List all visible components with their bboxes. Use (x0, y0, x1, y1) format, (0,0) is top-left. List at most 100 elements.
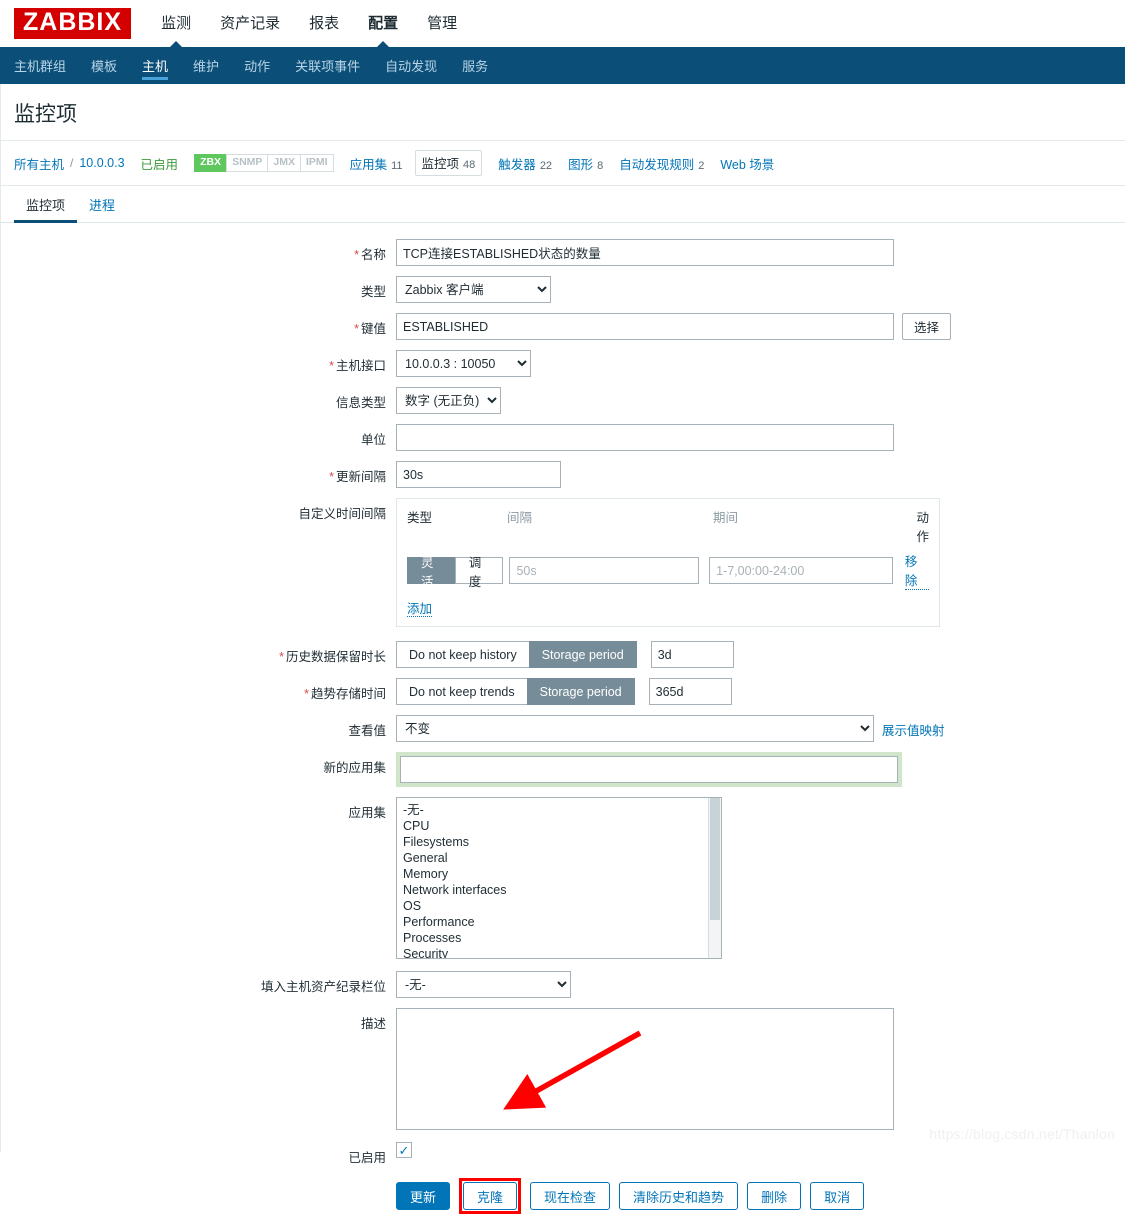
col-header-interval: 间隔 (507, 511, 533, 525)
breadcrumb-discovery-rules[interactable]: 自动发现规则 2 (619, 154, 704, 173)
trends-do-not-keep[interactable]: Do not keep trends (396, 678, 527, 705)
label-type: 类型 (360, 285, 386, 299)
col-header-period: 期间 (713, 511, 739, 525)
list-item[interactable]: CPU (403, 818, 721, 834)
toggle-scheduling[interactable]: 调度 (454, 556, 504, 589)
history-do-not-keep[interactable]: Do not keep history (396, 641, 529, 668)
clear-history-button[interactable]: 清除历史和趋势 (619, 1182, 739, 1210)
form-row-trends: * 趋势存储时间 Do not keep trends Storage perio… (0, 678, 1125, 705)
cancel-button[interactable]: 取消 (810, 1182, 865, 1210)
label-inventory-field: 填入主机资产纪录栏位 (260, 980, 386, 994)
value-mapping-link[interactable]: 展示值映射 (882, 715, 945, 739)
host-interface-select[interactable]: 10.0.0.3 : 10050 (396, 350, 531, 377)
breadcrumb-all-hosts[interactable]: 所有主机 (14, 154, 64, 173)
units-input[interactable] (396, 424, 894, 451)
breadcrumb-applications[interactable]: 应用集 11 (350, 154, 403, 173)
form-row-show-value: 查看值 不变 展示值映射 (0, 715, 1125, 742)
list-item[interactable]: Security (403, 946, 721, 958)
trends-storage-period[interactable]: Storage period (526, 678, 635, 705)
interval-type-toggle: 灵活 调度 (407, 556, 504, 589)
form-row-enabled: 已启用 ✓ (0, 1142, 1125, 1166)
subnav-item-services[interactable]: 服务 (462, 47, 488, 84)
form-row-host-interface: * 主机接口 10.0.0.3 : 10050 (0, 350, 1125, 377)
required-marker: * (354, 248, 359, 262)
custom-intervals-header: 类型 间隔 期间 动作 (407, 507, 929, 545)
enabled-checkbox[interactable]: ✓ (396, 1142, 412, 1158)
breadcrumb-graphs[interactable]: 图形 8 (568, 154, 603, 173)
breadcrumb-web-scenarios[interactable]: Web 场景 (720, 154, 774, 173)
custom-period-input[interactable] (709, 557, 893, 584)
form-row-applications: 应用集 -无- CPU Filesystems General Memory N… (0, 797, 1125, 959)
breadcrumb-triggers-label: 触发器 (498, 157, 536, 172)
applications-scrollbar[interactable] (708, 798, 721, 958)
label-show-value: 查看值 (348, 724, 386, 738)
check-now-button[interactable]: 现在检查 (530, 1182, 611, 1210)
scrollbar-thumb[interactable] (710, 798, 720, 920)
name-input[interactable] (396, 239, 894, 266)
nav-item-monitoring[interactable]: 监测 (161, 12, 191, 35)
nav-item-administration[interactable]: 管理 (427, 12, 457, 35)
subnav-item-host-groups[interactable]: 主机群组 (14, 47, 66, 84)
description-textarea[interactable] (396, 1008, 894, 1130)
add-interval-link[interactable]: 添加 (407, 602, 433, 617)
custom-intervals-box: 类型 间隔 期间 动作 灵活 调度 移除 添加 (396, 498, 940, 627)
subnav-item-correlation[interactable]: 关联项事件 (295, 47, 360, 84)
applications-list: -无- CPU Filesystems General Memory Netwo… (397, 798, 721, 958)
zabbix-logo[interactable]: ZABBIX (14, 8, 132, 39)
page-title: 监控项 (0, 84, 1125, 141)
trends-value-input[interactable] (648, 678, 732, 705)
list-item[interactable]: Memory (403, 866, 721, 882)
new-application-input[interactable] (400, 756, 898, 783)
inventory-field-select[interactable]: -无- (396, 971, 571, 998)
left-border (0, 84, 1, 1152)
list-item[interactable]: -无- (403, 802, 721, 818)
clone-button[interactable]: 克隆 (463, 1182, 518, 1210)
list-item[interactable]: Filesystems (403, 834, 721, 850)
update-button[interactable]: 更新 (396, 1182, 451, 1210)
col-header-action: 动作 (916, 511, 929, 544)
required-marker: * (329, 470, 334, 484)
breadcrumb-discovery-count: 2 (698, 159, 705, 172)
show-value-select[interactable]: 不变 (396, 715, 874, 742)
form-row-inventory-field: 填入主机资产纪录栏位 -无- (0, 971, 1125, 998)
nav-item-inventory[interactable]: 资产记录 (220, 12, 280, 35)
remove-interval-link[interactable]: 移除 (904, 551, 930, 590)
history-storage-period[interactable]: Storage period (528, 641, 637, 668)
list-item[interactable]: Network interfaces (403, 882, 721, 898)
host-status[interactable]: 已启用 (141, 154, 179, 173)
form-row-key: *键值 选择 (0, 313, 1125, 340)
subnav-item-maintenance[interactable]: 维护 (193, 47, 219, 84)
delete-button[interactable]: 删除 (747, 1182, 802, 1210)
trends-mode-toggle: Do not keep trends Storage period (396, 678, 635, 705)
history-value-input[interactable] (650, 641, 734, 668)
applications-listbox[interactable]: -无- CPU Filesystems General Memory Netwo… (396, 797, 722, 959)
breadcrumb-host[interactable]: 10.0.0.3 (79, 156, 124, 170)
list-item[interactable]: OS (403, 898, 721, 914)
list-item[interactable]: Processes (403, 930, 721, 946)
breadcrumb-triggers[interactable]: 触发器 22 (498, 154, 552, 173)
subnav-item-hosts[interactable]: 主机 (142, 47, 169, 84)
breadcrumb-graphs-label: 图形 (568, 157, 594, 172)
subnav-item-actions[interactable]: 动作 (244, 47, 270, 84)
update-interval-input[interactable] (396, 461, 561, 488)
label-new-application: 新的应用集 (323, 761, 386, 775)
badge-ipmi: IPMI (300, 153, 334, 173)
value-type-select[interactable]: 数字 (无正负) (396, 387, 501, 414)
nav-item-reports[interactable]: 报表 (309, 12, 339, 35)
tab-preprocessing[interactable]: 进程 (77, 186, 127, 222)
label-actions-spacer (0, 1178, 396, 1183)
list-item[interactable]: General (403, 850, 721, 866)
tab-item[interactable]: 监控项 (14, 186, 78, 223)
key-input[interactable] (396, 313, 894, 340)
interface-badges: ZBX SNMP JMX IPMI (194, 153, 334, 173)
type-select[interactable]: Zabbix 客户端 (396, 276, 551, 303)
subnav-item-discovery[interactable]: 自动发现 (385, 47, 437, 84)
nav-item-configuration[interactable]: 配置 (368, 12, 398, 35)
select-key-button[interactable]: 选择 (902, 313, 952, 340)
subnav-item-templates[interactable]: 模板 (91, 47, 117, 84)
custom-interval-input[interactable] (509, 557, 700, 584)
list-item[interactable]: Performance (403, 914, 721, 930)
toggle-flexible[interactable]: 灵活 (407, 556, 455, 589)
label-key: * 键值 (354, 322, 386, 336)
breadcrumb-items[interactable]: 监控项 48 (414, 150, 483, 176)
